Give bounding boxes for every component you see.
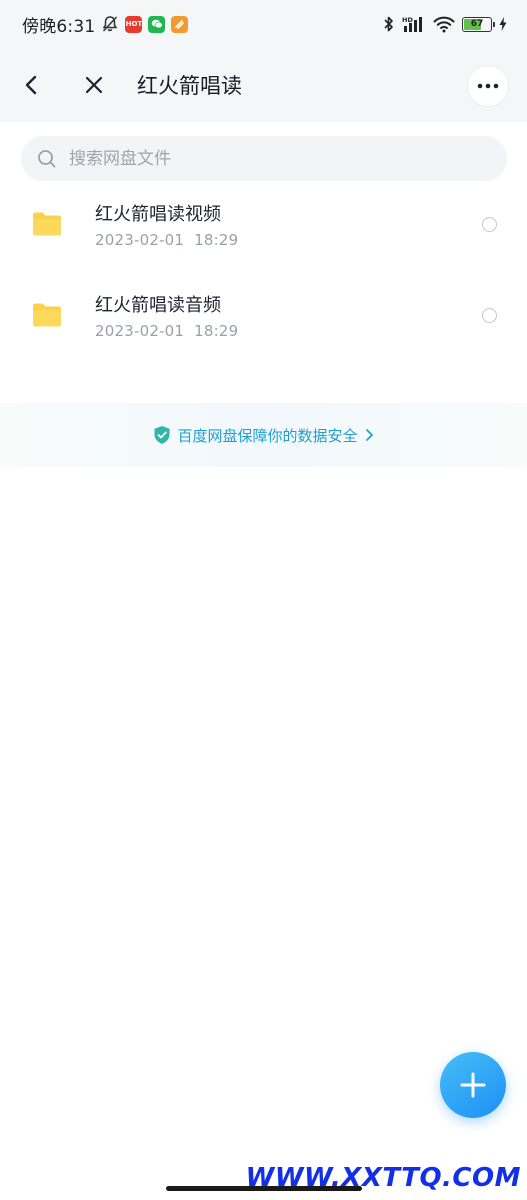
header-bar: 红火箭唱读 [0,48,527,122]
more-dots-icon [477,83,499,89]
search-icon [38,149,56,167]
video-app-icon: HOT [125,15,143,33]
status-bar-left: 傍晚6:31 HOT [22,12,189,37]
select-checkbox[interactable] [482,217,497,232]
search-input[interactable] [69,148,469,169]
select-checkbox[interactable] [482,308,497,323]
file-row[interactable]: 红火箭唱读视频 2023-02-01 18:29 [0,188,527,279]
security-banner[interactable]: 百度网盘保障你的数据安全 [0,403,527,467]
status-bar: 傍晚6:31 HOT HD 67 [0,0,527,48]
chevron-right-icon [365,429,373,441]
charging-icon [499,17,507,31]
shield-icon [154,426,170,444]
battery-indicator: 67 [462,16,495,32]
close-icon [85,76,103,94]
wifi-icon [433,15,455,33]
chevron-left-icon [25,75,37,95]
bell-muted-icon [101,15,119,33]
orange-app-icon [171,15,189,33]
signal-icon: HD [402,15,426,33]
more-options-button[interactable] [467,65,509,107]
file-name: 红火箭唱读视频 [95,204,221,225]
page-title: 红火箭唱读 [137,74,242,98]
folder-icon [33,303,61,327]
add-button[interactable] [440,1052,506,1118]
status-time: 傍晚6:31 [22,16,96,37]
security-banner-text: 百度网盘保障你的数据安全 [177,426,358,445]
wechat-icon [148,15,166,33]
close-button[interactable] [74,65,114,105]
svg-text:HD: HD [402,16,413,24]
folder-icon [33,212,61,236]
battery-level: 67 [470,19,484,29]
plus-icon [460,1072,486,1098]
file-row[interactable]: 红火箭唱读音频 2023-02-01 18:29 [0,279,527,370]
bluetooth-icon [383,15,395,33]
status-bar-right: HD 67 [383,15,507,33]
back-button[interactable] [12,65,52,105]
file-date: 2023-02-01 18:29 [95,231,239,249]
search-bar[interactable] [21,136,507,181]
file-name: 红火箭唱读音频 [95,295,221,316]
file-date: 2023-02-01 18:29 [95,322,239,340]
file-list: 红火箭唱读视频 2023-02-01 18:29 红火箭唱读音频 2023-02… [0,188,527,370]
watermark: WWW.XXTTQ.COM [245,1163,521,1193]
